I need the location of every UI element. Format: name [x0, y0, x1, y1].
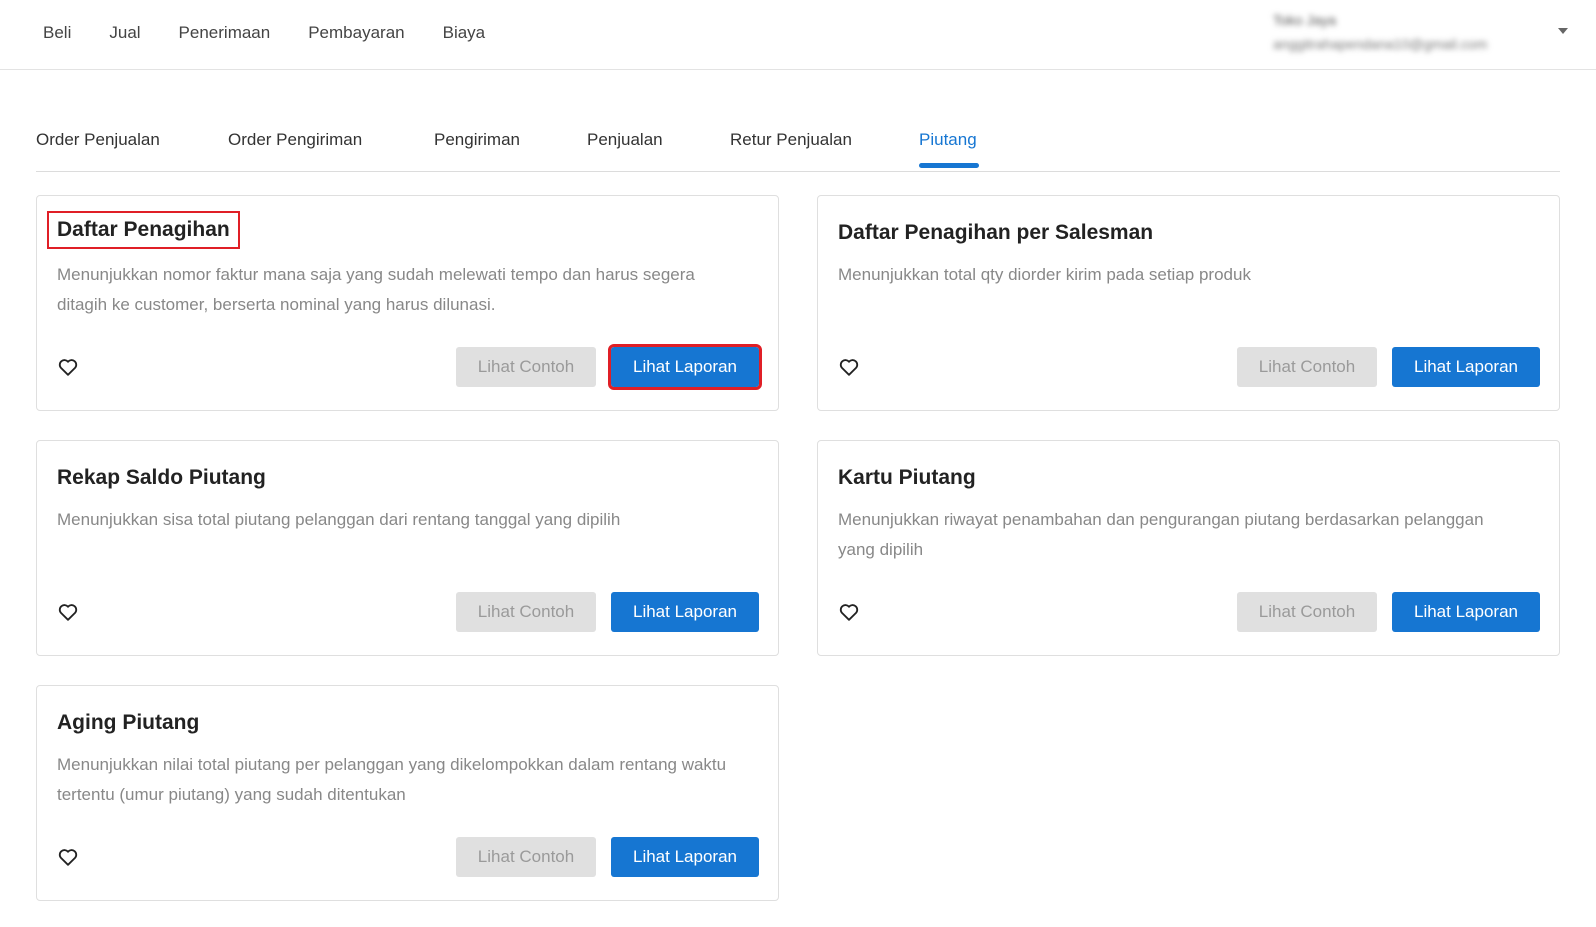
card-description: Menunjukkan nomor faktur mana saja yang …	[57, 265, 695, 314]
tab-penjualan[interactable]: Penjualan	[587, 128, 663, 152]
view-report-button[interactable]: Lihat Laporan	[1392, 592, 1540, 632]
topnav-item-penerimaan[interactable]: Penerimaan	[160, 20, 290, 46]
card-title: Aging Piutang	[57, 711, 200, 734]
report-card-kartu-piutang: Kartu Piutang Menunjukkan riwayat penamb…	[817, 440, 1560, 656]
view-report-button[interactable]: Lihat Laporan	[611, 592, 759, 632]
user-menu[interactable]: Toko Jaya anggitrahapendana10@gmail.com	[1273, 10, 1518, 54]
top-nav: Beli Jual Penerimaan Pembayaran Biaya	[24, 20, 504, 46]
card-description: Menunjukkan nilai total piutang per pela…	[57, 755, 727, 804]
heart-icon[interactable]	[838, 601, 860, 623]
heart-icon[interactable]	[57, 356, 79, 378]
topnav-item-pembayaran[interactable]: Pembayaran	[289, 20, 423, 46]
user-name: Toko Jaya	[1273, 12, 1337, 28]
card-title: Rekap Saldo Piutang	[57, 466, 266, 489]
view-report-button[interactable]: Lihat Laporan	[1392, 347, 1540, 387]
card-description: Menunjukkan sisa total piutang pelanggan…	[57, 510, 621, 529]
tab-pengiriman[interactable]: Pengiriman	[434, 128, 520, 152]
view-sample-button[interactable]: Lihat Contoh	[1237, 592, 1377, 632]
view-report-button[interactable]: Lihat Laporan	[611, 837, 759, 877]
topnav-item-biaya[interactable]: Biaya	[424, 20, 505, 46]
view-sample-button[interactable]: Lihat Contoh	[456, 592, 596, 632]
top-bar: Beli Jual Penerimaan Pembayaran Biaya To…	[0, 0, 1596, 70]
user-email: anggitrahapendana10@gmail.com	[1273, 36, 1488, 52]
report-card-daftar-penagihan-salesman: Daftar Penagihan per Salesman Menunjukka…	[817, 195, 1560, 411]
topnav-item-beli[interactable]: Beli	[24, 20, 90, 46]
card-title: Daftar Penagihan per Salesman	[838, 221, 1154, 244]
view-sample-button[interactable]: Lihat Contoh	[456, 837, 596, 877]
view-sample-button[interactable]: Lihat Contoh	[1237, 347, 1377, 387]
tab-order-penjualan[interactable]: Order Penjualan	[36, 128, 160, 152]
heart-icon[interactable]	[57, 846, 79, 868]
card-description: Menunjukkan riwayat penambahan dan pengu…	[838, 510, 1484, 559]
tab-order-pengiriman[interactable]: Order Pengiriman	[228, 128, 362, 152]
report-tabs: Order Penjualan Order Pengiriman Pengiri…	[36, 120, 1560, 172]
report-card-rekap-saldo-piutang: Rekap Saldo Piutang Menunjukkan sisa tot…	[36, 440, 779, 656]
caret-down-icon[interactable]	[1558, 28, 1568, 34]
heart-icon[interactable]	[838, 356, 860, 378]
heart-icon[interactable]	[57, 601, 79, 623]
topnav-item-jual[interactable]: Jual	[90, 20, 159, 46]
active-tab-indicator	[919, 163, 979, 168]
card-description: Menunjukkan total qty diorder kirim pada…	[838, 265, 1251, 284]
tab-retur-penjualan[interactable]: Retur Penjualan	[730, 128, 852, 152]
view-sample-button[interactable]: Lihat Contoh	[456, 347, 596, 387]
view-report-button[interactable]: Lihat Laporan	[608, 344, 762, 390]
card-title: Daftar Penagihan	[47, 211, 240, 249]
tab-piutang[interactable]: Piutang	[919, 128, 977, 152]
card-title: Kartu Piutang	[838, 466, 976, 489]
report-card-daftar-penagihan: Daftar Penagihan Menunjukkan nomor faktu…	[36, 195, 779, 411]
report-card-aging-piutang: Aging Piutang Menunjukkan nilai total pi…	[36, 685, 779, 901]
